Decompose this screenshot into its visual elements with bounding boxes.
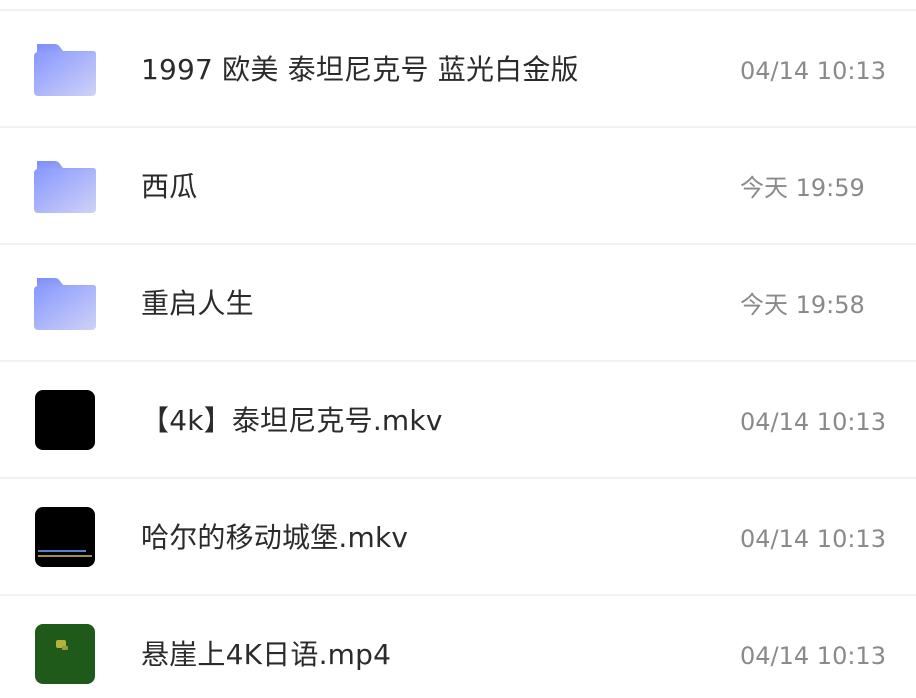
subtitle-line-decoration (38, 550, 86, 552)
file-name: 悬崖上4K日语.mp4 (141, 638, 392, 671)
file-name: 1997 欧美 泰坦尼克号 蓝光白金版 (141, 53, 579, 86)
file-row-video[interactable]: 【4k】泰坦尼克号.mkv 04/14 10:13 (0, 362, 916, 479)
file-list: 1997 欧美 泰坦尼克号 蓝光白金版 04/14 10:13 西瓜 今天 19… (0, 0, 916, 698)
subtitle-line-decoration (38, 555, 92, 557)
folder-icon (34, 42, 96, 96)
file-name: 【4k】泰坦尼克号.mkv (141, 404, 443, 437)
file-row-folder[interactable]: 西瓜 今天 19:59 (0, 128, 916, 245)
file-name: 西瓜 (141, 170, 198, 203)
file-date: 今天 19:58 (740, 291, 865, 319)
file-date: 04/14 10:13 (740, 525, 886, 553)
file-row-video[interactable]: 悬崖上4K日语.mp4 04/14 10:13 (0, 596, 916, 698)
file-date: 04/14 10:13 (740, 408, 886, 436)
file-date: 04/14 10:13 (740, 57, 886, 85)
file-row-video[interactable]: 哈尔的移动城堡.mkv 04/14 10:13 (0, 479, 916, 596)
video-thumbnail (35, 624, 95, 684)
thumbnail-figure-decoration (62, 646, 68, 650)
folder-icon (34, 276, 96, 330)
file-date: 04/14 10:13 (740, 642, 886, 670)
file-date: 今天 19:59 (740, 174, 865, 202)
video-thumbnail (35, 390, 95, 450)
file-name: 哈尔的移动城堡.mkv (141, 521, 409, 554)
folder-icon (34, 159, 96, 213)
file-row-folder[interactable]: 重启人生 今天 19:58 (0, 245, 916, 362)
video-thumbnail (35, 507, 95, 567)
file-row-folder[interactable]: 1997 欧美 泰坦尼克号 蓝光白金版 04/14 10:13 (0, 11, 916, 128)
file-name: 重启人生 (141, 287, 254, 320)
